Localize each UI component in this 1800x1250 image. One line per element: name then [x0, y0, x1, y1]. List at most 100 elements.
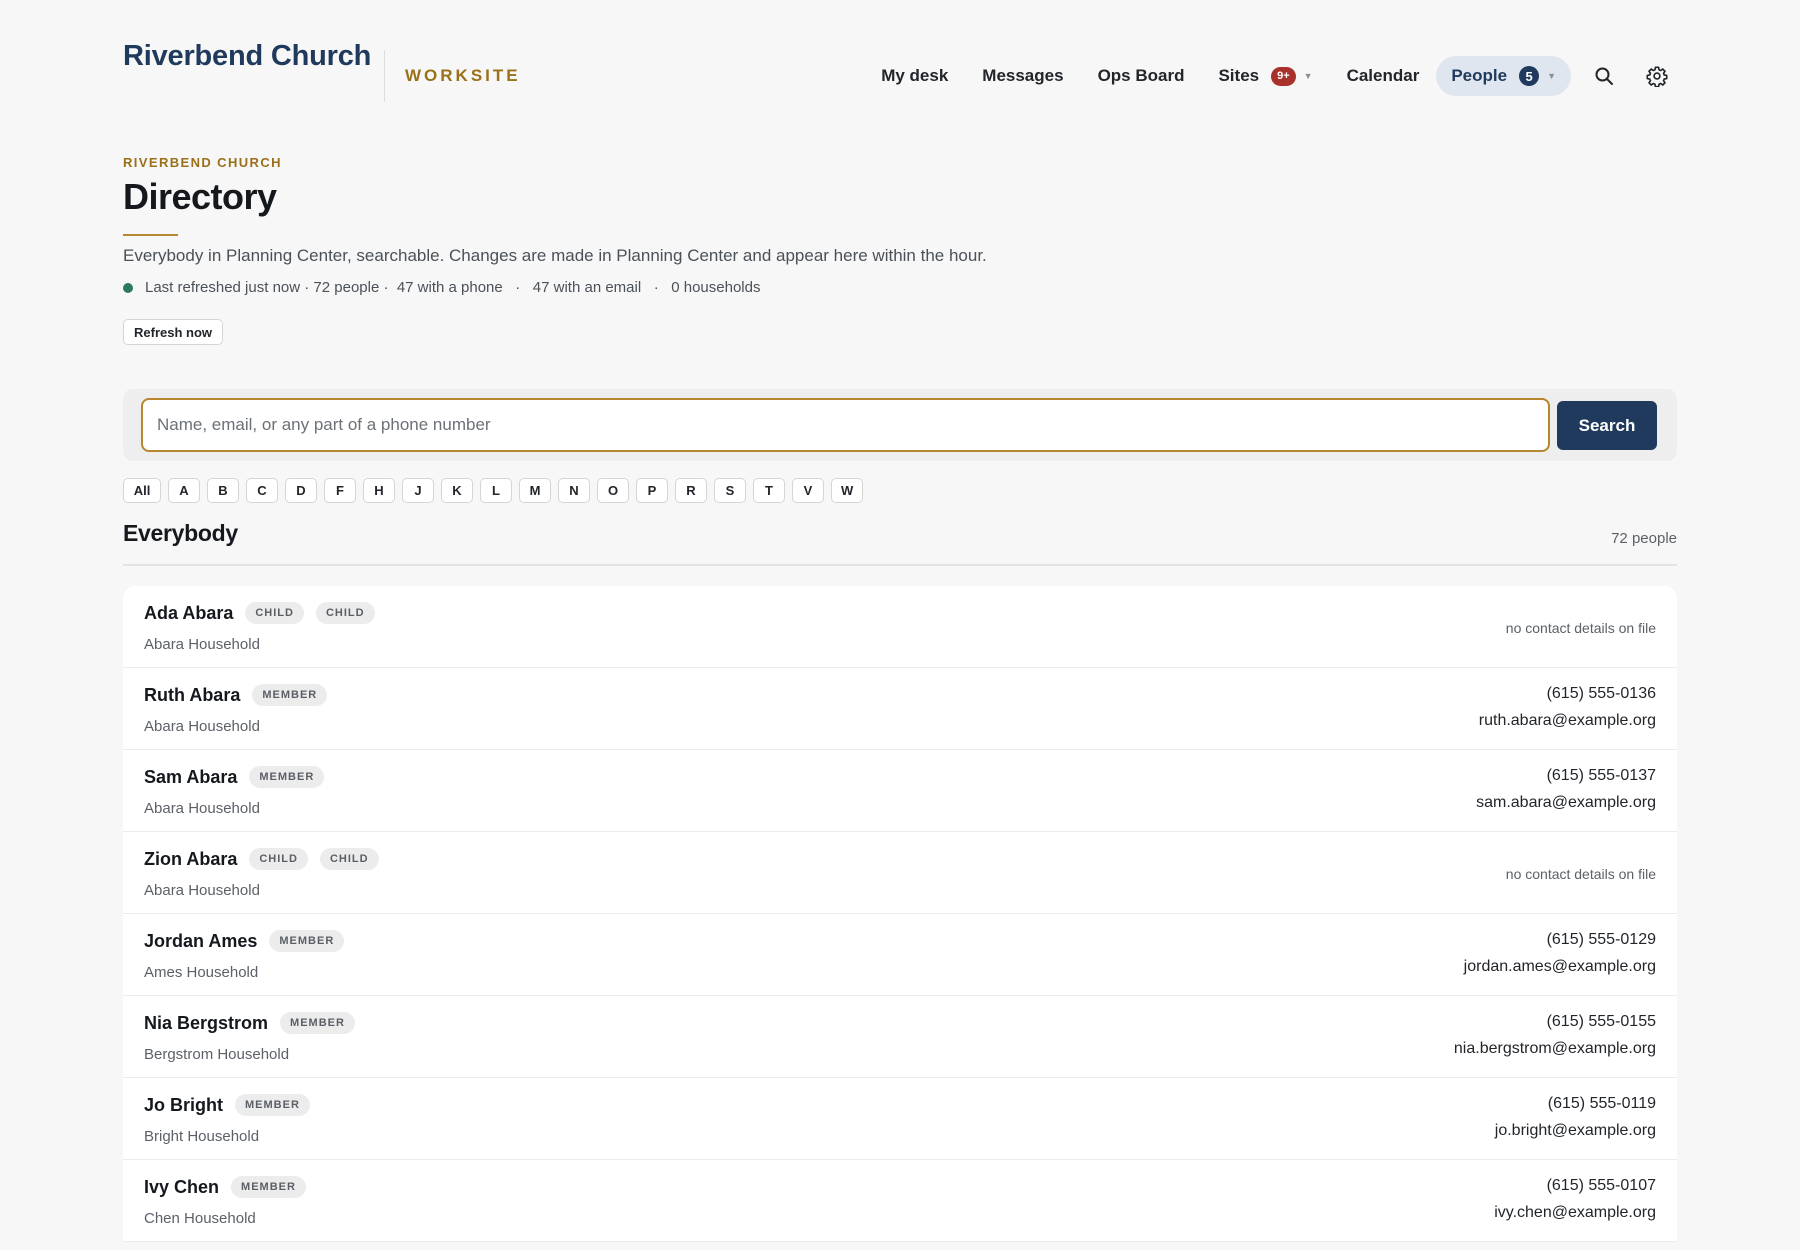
email-link[interactable]: jo.bright@example.org [1495, 1121, 1656, 1141]
person-name[interactable]: Ada Abara [144, 603, 233, 624]
phone-link[interactable]: (615) 555-0136 [1479, 684, 1656, 704]
letter-filter-m[interactable]: M [519, 478, 551, 503]
title-underline [123, 234, 178, 236]
search-button[interactable]: Search [1557, 401, 1657, 450]
person-row[interactable]: Jordan Ames MEMBER Ames Household (615) … [123, 914, 1677, 996]
household-name: Bergstrom Household [144, 1046, 290, 1063]
nav-messages[interactable]: Messages [965, 56, 1080, 96]
status-phones: 47 with a phone [396, 279, 503, 296]
role-tag: MEMBER [249, 766, 325, 788]
person-name[interactable]: Zion Abara [144, 849, 237, 870]
nav-my-desk[interactable]: My desk [864, 56, 965, 96]
email-link[interactable]: jordan.ames@example.org [1464, 957, 1656, 977]
gear-icon[interactable] [1637, 56, 1677, 96]
household-name: Abara Household [144, 636, 260, 653]
role-tag: MEMBER [269, 930, 345, 952]
letter-filter-k[interactable]: K [441, 478, 473, 503]
household-name: Ames Household [144, 964, 259, 981]
nav-label: My desk [881, 66, 949, 85]
letter-filter-l[interactable]: L [480, 478, 512, 503]
chevron-down-icon: ▼ [1303, 71, 1313, 81]
email-link[interactable]: sam.abara@example.org [1476, 793, 1656, 813]
letter-filter-f[interactable]: F [324, 478, 356, 503]
person-row[interactable]: Nia Bergstrom MEMBER Bergstrom Household… [123, 996, 1677, 1078]
status-dot-icon [123, 282, 133, 293]
chevron-down-icon: ▼ [1547, 71, 1556, 81]
letter-filter-b[interactable]: B [207, 478, 239, 503]
person-row[interactable]: Jo Bright MEMBER Bright Household (615) … [123, 1078, 1677, 1160]
phone-link[interactable]: (615) 555-0119 [1495, 1094, 1656, 1114]
status-emails: 47 with an email [532, 279, 642, 296]
refresh-status: Last refreshed just now · 72 people · 47… [123, 279, 760, 296]
letter-filter-o[interactable]: O [597, 478, 629, 503]
nav-label: Ops Board [1097, 66, 1185, 85]
status-refreshed: Last refreshed just now · 72 people · [145, 279, 389, 296]
refresh-now-button[interactable]: Refresh now [123, 319, 224, 345]
nav-label: Messages [982, 66, 1064, 85]
role-tag: MEMBER [252, 684, 328, 706]
search-input[interactable] [141, 398, 1550, 452]
phone-link[interactable]: (615) 555-0155 [1454, 1012, 1656, 1032]
letter-filter-a[interactable]: A [168, 478, 200, 503]
section-title: Everybody [123, 520, 238, 546]
household-name: Chen Household [144, 1210, 256, 1227]
role-tag: CHILD [319, 848, 379, 870]
phone-link[interactable]: (615) 555-0137 [1476, 766, 1656, 786]
page-eyebrow: RIVERBEND CHURCH [123, 155, 282, 170]
letter-filter-t[interactable]: T [753, 478, 785, 503]
brand-name[interactable]: Riverbend Church [123, 40, 371, 73]
role-tag: CHILD [249, 848, 308, 870]
status-households: 0 households [671, 279, 761, 296]
person-name[interactable]: Jo Bright [144, 1095, 223, 1116]
letter-filter: All A B C D F H J K L M N O P R S T V W [123, 478, 870, 503]
section-divider [123, 564, 1677, 566]
letter-filter-s[interactable]: S [714, 478, 746, 503]
nav-people[interactable]: People 5 ▼ [1436, 56, 1571, 96]
role-tag: CHILD [315, 602, 375, 624]
letter-filter-c[interactable]: C [246, 478, 278, 503]
letter-filter-j[interactable]: J [402, 478, 434, 503]
email-link[interactable]: ivy.chen@example.org [1494, 1203, 1656, 1223]
people-count-badge: 5 [1519, 66, 1540, 86]
letter-filter-n[interactable]: N [558, 478, 590, 503]
person-name[interactable]: Sam Abara [144, 767, 237, 788]
person-name[interactable]: Nia Bergstrom [144, 1013, 268, 1034]
household-name: Abara Household [144, 718, 260, 735]
person-row[interactable]: Ruth Abara MEMBER Abara Household (615) … [123, 668, 1677, 750]
letter-filter-r[interactable]: R [675, 478, 707, 503]
nav-ops-board[interactable]: Ops Board [1081, 56, 1202, 96]
page-description: Everybody in Planning Center, searchable… [123, 246, 987, 265]
email-link[interactable]: nia.bergstrom@example.org [1454, 1039, 1656, 1059]
letter-filter-v[interactable]: V [792, 478, 824, 503]
brand-divider [384, 50, 385, 102]
no-contact-note: no contact details on file [1505, 620, 1656, 636]
person-row[interactable]: Sam Abara MEMBER Abara Household (615) 5… [123, 750, 1677, 832]
nav-label: Calendar [1346, 66, 1420, 85]
people-count: 72 people [1611, 530, 1677, 547]
letter-filter-w[interactable]: W [831, 478, 864, 503]
person-row[interactable]: Ivy Chen MEMBER Chen Household (615) 555… [123, 1160, 1677, 1242]
person-name[interactable]: Jordan Ames [144, 931, 257, 952]
phone-link[interactable]: (615) 555-0107 [1494, 1176, 1656, 1196]
nav-calendar[interactable]: Calendar [1330, 56, 1437, 96]
nav-sites[interactable]: Sites 9+ ▼ [1201, 56, 1329, 96]
search-icon[interactable] [1584, 56, 1624, 96]
phone-link[interactable]: (615) 555-0129 [1464, 930, 1656, 950]
letter-filter-d[interactable]: D [285, 478, 317, 503]
household-name: Bright Household [144, 1128, 260, 1145]
person-name[interactable]: Ruth Abara [144, 685, 240, 706]
letter-filter-p[interactable]: P [636, 478, 668, 503]
person-name[interactable]: Ivy Chen [144, 1177, 219, 1198]
letter-filter-all[interactable]: All [123, 478, 161, 503]
email-link[interactable]: ruth.abara@example.org [1479, 711, 1656, 731]
letter-filter-h[interactable]: H [363, 478, 395, 503]
sites-count-badge: 9+ [1271, 66, 1296, 86]
person-row[interactable]: Zion Abara CHILD CHILD Abara Household n… [123, 832, 1677, 914]
person-row[interactable]: Ada Abara CHILD CHILD Abara Household no… [123, 586, 1677, 668]
app-root: Riverbend Church WORKSITE My desk Messag… [123, 0, 1677, 1242]
nav-label: People [1451, 66, 1508, 85]
household-name: Abara Household [144, 882, 260, 899]
nav-label: Sites [1218, 66, 1260, 85]
no-contact-note: no contact details on file [1505, 866, 1656, 882]
search-panel: Search [123, 389, 1677, 461]
